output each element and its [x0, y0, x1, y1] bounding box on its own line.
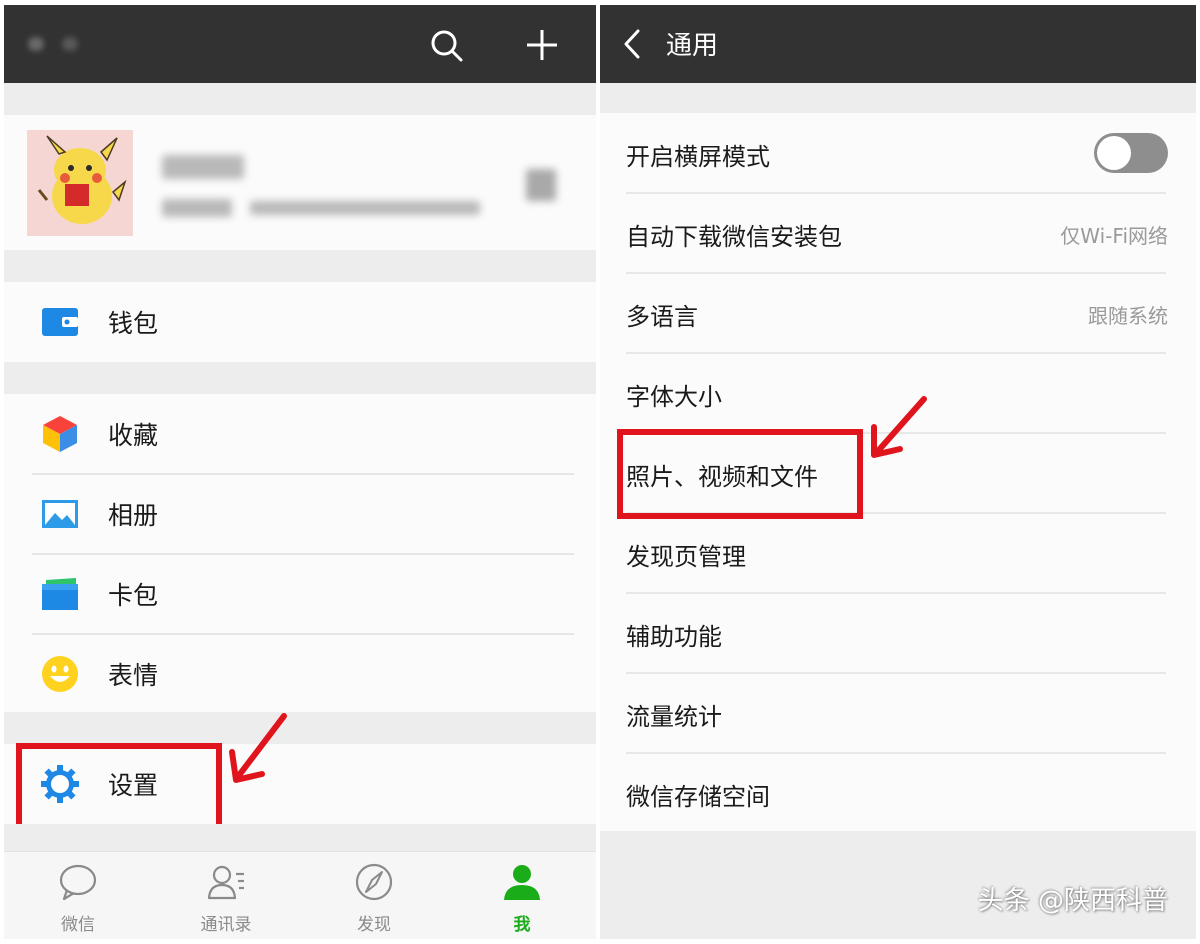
setting-value: 仅Wi-Fi网络 [1060, 224, 1168, 248]
tab-label: 通讯录 [200, 915, 252, 935]
menu-favorites[interactable]: 收藏 [4, 394, 596, 472]
landscape-toggle[interactable] [1094, 133, 1168, 173]
top-bar: 通用 [600, 5, 1196, 83]
back-arrow-icon[interactable] [620, 27, 644, 61]
tab-discover[interactable]: 发现 [314, 852, 434, 939]
menu-label: 收藏 [108, 421, 159, 450]
menu-label: 相册 [108, 501, 159, 530]
avatar[interactable] [27, 130, 133, 236]
contacts-icon [207, 865, 244, 900]
plus-icon[interactable] [524, 27, 560, 63]
setting-storage[interactable]: 微信存储空间 [600, 753, 1196, 832]
general-settings-screen: 通用 开启横屏模式 自动下载微信安装包 仅Wi-Fi网络 多语言 跟随系统 字体… [600, 5, 1196, 939]
menu-wallet[interactable]: 钱包 [4, 282, 596, 360]
tab-label: 微信 [61, 915, 95, 935]
tab-me[interactable]: 我 [462, 852, 582, 939]
tab-label: 我 [513, 915, 531, 935]
watermark: 头条 @陕西科普 [977, 886, 1168, 916]
menu-album[interactable]: 相册 [4, 474, 596, 552]
highlight-box [617, 429, 863, 519]
search-icon[interactable] [428, 27, 464, 63]
setting-auto-download[interactable]: 自动下载微信安装包 仅Wi-Fi网络 [600, 193, 1196, 272]
setting-label: 发现页管理 [626, 543, 746, 571]
tab-chats[interactable]: 微信 [18, 852, 138, 939]
blurred-wechat-id [162, 199, 232, 217]
tab-label: 发现 [357, 915, 391, 935]
blurred-title [28, 37, 44, 51]
setting-language[interactable]: 多语言 跟随系统 [600, 273, 1196, 352]
annotation-arrow [229, 713, 287, 783]
cube-icon [43, 416, 77, 452]
menu-label: 卡包 [108, 581, 159, 610]
smiley-icon [42, 656, 78, 692]
setting-landscape-mode[interactable]: 开启横屏模式 [600, 113, 1196, 192]
bottom-tab-bar: 微信 通讯录 发现 我 [4, 851, 596, 939]
menu-label: 钱包 [108, 309, 159, 338]
setting-label: 流量统计 [626, 703, 722, 731]
top-bar [4, 5, 596, 83]
person-icon [504, 865, 540, 900]
chat-bubble-icon [59, 864, 97, 901]
setting-label: 自动下载微信安装包 [626, 223, 842, 251]
blurred-title [62, 37, 78, 51]
setting-data-usage[interactable]: 流量统计 [600, 673, 1196, 752]
page-title: 通用 [666, 31, 719, 61]
qr-code-icon[interactable] [526, 169, 556, 201]
profile-card[interactable] [4, 115, 596, 250]
compass-icon [355, 863, 393, 901]
setting-label: 微信存储空间 [626, 783, 770, 811]
setting-accessibility[interactable]: 辅助功能 [600, 593, 1196, 672]
setting-label: 字体大小 [626, 383, 722, 411]
setting-label: 辅助功能 [626, 623, 722, 651]
me-screen: 钱包 收藏 相册 卡包 表情 设置 微信 通讯录 发现 我 [4, 5, 596, 939]
setting-value: 跟随系统 [1088, 304, 1168, 328]
card-icon [42, 578, 78, 610]
blurred-wechat-id [250, 201, 480, 215]
image-icon [42, 500, 78, 528]
wallet-icon [42, 308, 78, 336]
menu-stickers[interactable]: 表情 [4, 634, 596, 712]
setting-discover-manage[interactable]: 发现页管理 [600, 513, 1196, 592]
tab-contacts[interactable]: 通讯录 [166, 852, 286, 939]
blurred-nickname [162, 155, 244, 179]
setting-label: 开启横屏模式 [626, 143, 770, 171]
menu-label: 表情 [108, 661, 159, 690]
menu-cards[interactable]: 卡包 [4, 554, 596, 632]
annotation-arrow [871, 396, 927, 458]
setting-label: 多语言 [626, 303, 698, 331]
highlight-box [16, 743, 222, 831]
